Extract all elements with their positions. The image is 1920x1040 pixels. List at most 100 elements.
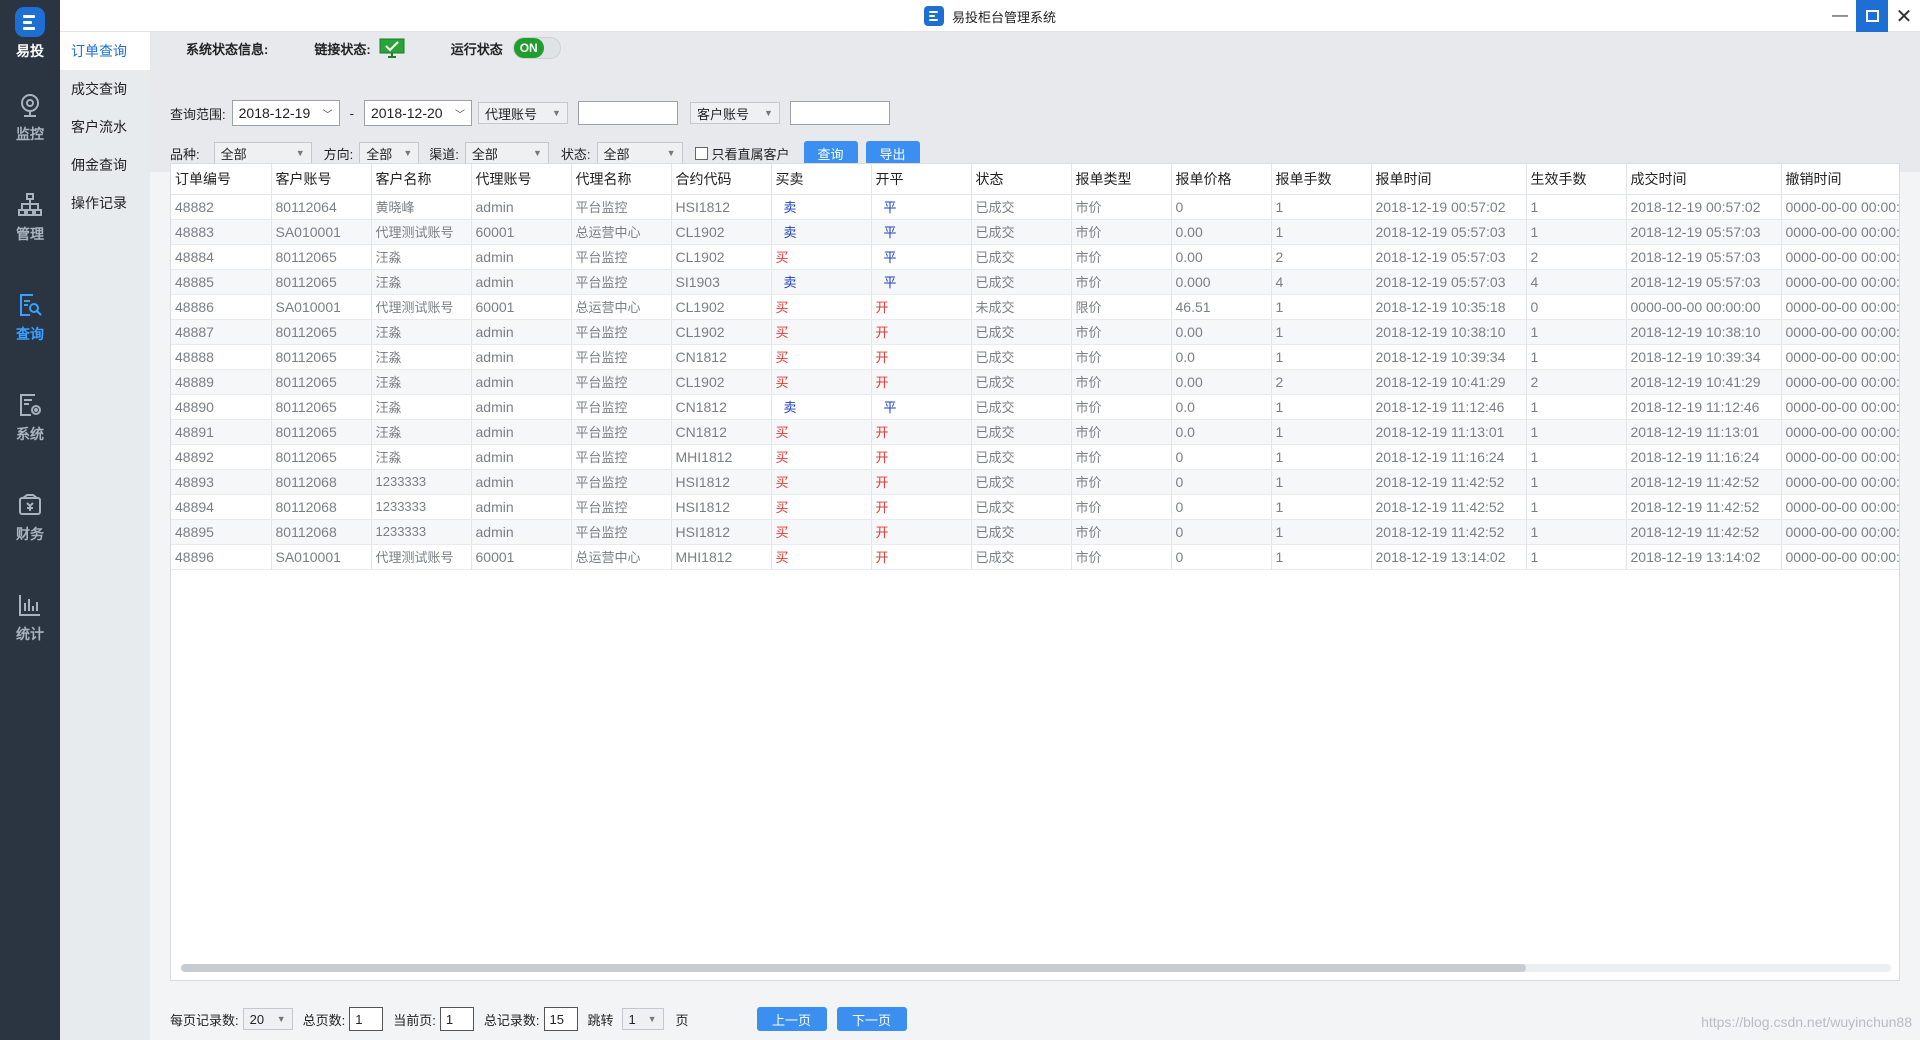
- prev-page-button[interactable]: 上一页: [756, 1007, 827, 1031]
- table-row[interactable]: 48893 80112068 1233333 admin 平台监控 HSI1812 买开已成…: [171, 469, 1899, 495]
- table-cell: 2018-12-19 10:38:10: [1371, 319, 1527, 345]
- table-cell: admin: [471, 444, 572, 470]
- column-header[interactable]: 报单类型: [1071, 164, 1172, 195]
- column-header[interactable]: 报单手数: [1271, 164, 1372, 195]
- table-row[interactable]: 48890 80112065 汪淼 admin 平台监控 CN1812 卖平已成交 市价 0.0…: [171, 394, 1899, 420]
- column-header[interactable]: 客户账号: [271, 164, 372, 195]
- table-cell: 48895: [171, 519, 272, 545]
- current-page-field[interactable]: 1: [439, 1007, 474, 1031]
- maximize-button[interactable]: [1856, 0, 1888, 32]
- table-cell: admin: [471, 419, 572, 445]
- table-row[interactable]: 48896 SA010001 代理测试账号 60001 总运营中心 MHI1812 买开已成…: [171, 544, 1899, 570]
- column-header[interactable]: 客户名称: [371, 164, 472, 195]
- column-header[interactable]: 生效手数: [1526, 164, 1627, 195]
- run-status-toggle[interactable]: ON: [512, 37, 561, 59]
- table-cell: 汪淼: [371, 394, 472, 420]
- title-bar: 易投柜台管理系统 — ✕: [60, 0, 1920, 32]
- direction-select[interactable]: 全部 ▼: [359, 142, 420, 164]
- table-row[interactable]: 48894 80112068 1233333 admin 平台监控 HSI1812 买开已成…: [171, 494, 1899, 520]
- chevron-down-icon: ▼: [647, 1014, 657, 1024]
- agent-account-input[interactable]: [577, 101, 678, 125]
- column-header[interactable]: 买卖: [771, 164, 872, 195]
- column-header[interactable]: 状态: [971, 164, 1072, 195]
- jump-page-select[interactable]: 1 ▼: [621, 1008, 664, 1030]
- table-cell: 1: [1526, 469, 1627, 495]
- sidebar-item-manage[interactable]: 管理: [0, 168, 60, 268]
- total-pages-field: 1: [349, 1007, 384, 1031]
- sidebar-item-stats[interactable]: 统计: [0, 568, 60, 668]
- export-button[interactable]: 导出: [865, 141, 920, 165]
- table-cell: 平台监控: [571, 244, 672, 270]
- column-header[interactable]: 撤销时间: [1781, 164, 1899, 195]
- table-cell: 买: [771, 244, 872, 270]
- table-cell: admin: [471, 344, 572, 370]
- subnav-order-query[interactable]: 订单查询: [60, 32, 150, 70]
- table-cell: 0000-00-00 00:00:00: [1626, 294, 1782, 320]
- table-cell: 汪淼: [371, 319, 472, 345]
- next-page-button[interactable]: 下一页: [836, 1007, 907, 1031]
- horizontal-scrollbar[interactable]: [181, 964, 1891, 972]
- column-header[interactable]: 报单时间: [1371, 164, 1527, 195]
- date-to-picker[interactable]: 2018-12-20 ﹀: [363, 100, 472, 126]
- client-account-select[interactable]: 客户账号 ▼: [689, 102, 780, 124]
- table-cell: 代理测试账号: [371, 294, 472, 320]
- column-header[interactable]: 代理账号: [471, 164, 572, 195]
- table-row[interactable]: 48886 SA010001 代理测试账号 60001 总运营中心 CL1902 买开未成交…: [171, 294, 1899, 320]
- page-size-select[interactable]: 20 ▼: [242, 1008, 293, 1030]
- table-cell: 买: [771, 519, 872, 545]
- table-row[interactable]: 48889 80112065 汪淼 admin 平台监控 CL1902 买开已成交 市价 0.0…: [171, 369, 1899, 395]
- table-row[interactable]: 48882 80112064 黄晓峰 admin 平台监控 HSI1812 卖平已成交 市价 0…: [171, 194, 1899, 220]
- table-row[interactable]: 48892 80112065 汪淼 admin 平台监控 MHI1812 买开已成交 市价 0 1…: [171, 444, 1899, 470]
- table-cell: 1: [1271, 319, 1372, 345]
- table-row[interactable]: 48884 80112065 汪淼 admin 平台监控 CL1902 买平已成交 市价 0.0…: [171, 244, 1899, 270]
- column-header[interactable]: 成交时间: [1626, 164, 1782, 195]
- column-header[interactable]: 代理名称: [571, 164, 672, 195]
- table-row[interactable]: 48887 80112065 汪淼 admin 平台监控 CL1902 买开已成交 市价 0.0…: [171, 319, 1899, 345]
- filter-panel: 查询范围: 2018-12-19 ﹀ - 2018-12-20 ﹀ 代理账号 ▼ 客户…: [150, 64, 1920, 172]
- table-cell: 48882: [171, 194, 272, 220]
- table-cell: admin: [471, 269, 572, 295]
- table-cell: 48893: [171, 469, 272, 495]
- subnav-operation-log[interactable]: 操作记录: [60, 184, 150, 222]
- subnav-commission-query[interactable]: 佣金查询: [60, 146, 150, 184]
- sidebar-item-monitor[interactable]: 监控: [0, 68, 60, 168]
- current-page-label: 当前页:: [393, 1012, 436, 1028]
- state-select[interactable]: 全部 ▼: [596, 142, 683, 164]
- variety-select[interactable]: 全部 ▼: [213, 142, 312, 164]
- table-cell: 平: [871, 194, 972, 220]
- table-row[interactable]: 48891 80112065 汪淼 admin 平台监控 CN1812 买开已成交 市价 0.0…: [171, 419, 1899, 445]
- table-cell: 0: [1171, 194, 1272, 220]
- table-cell: 平台监控: [571, 269, 672, 295]
- table-cell: 买: [771, 319, 872, 345]
- date-from-picker[interactable]: 2018-12-19 ﹀: [231, 100, 340, 126]
- sidebar-item-system[interactable]: 系统: [0, 368, 60, 468]
- column-header[interactable]: 开平: [871, 164, 972, 195]
- table-cell: 开: [871, 294, 972, 320]
- table-cell: 48886: [171, 294, 272, 320]
- column-header[interactable]: 订单编号: [171, 164, 272, 195]
- table-cell: 买: [771, 444, 872, 470]
- subnav-client-flow[interactable]: 客户流水: [60, 108, 150, 146]
- column-header[interactable]: 合约代码: [671, 164, 772, 195]
- table-row[interactable]: 48883 SA010001 代理测试账号 60001 总运营中心 CL1902 卖平已成交…: [171, 219, 1899, 245]
- agent-account-select[interactable]: 代理账号 ▼: [477, 102, 568, 124]
- channel-select[interactable]: 全部 ▼: [464, 142, 549, 164]
- minimize-button[interactable]: —: [1824, 0, 1856, 32]
- table-cell: 已成交: [971, 194, 1072, 220]
- direct-only-checkbox[interactable]: [694, 146, 708, 160]
- table-row[interactable]: 48895 80112068 1233333 admin 平台监控 HSI1812 买开已成…: [171, 519, 1899, 545]
- table-cell: 1: [1526, 494, 1627, 520]
- table-row[interactable]: 48888 80112065 汪淼 admin 平台监控 CN1812 买开已成交 市价 0.0…: [171, 344, 1899, 370]
- table-cell: 1: [1271, 519, 1372, 545]
- table-row[interactable]: 48885 80112065 汪淼 admin 平台监控 SI1903 卖平已成交 市价 0.0…: [171, 269, 1899, 295]
- table-cell: 市价: [1071, 494, 1172, 520]
- column-header[interactable]: 报单价格: [1171, 164, 1272, 195]
- sidebar-item-finance[interactable]: 财务: [0, 468, 60, 568]
- sidebar-item-query[interactable]: 查询: [0, 268, 60, 368]
- table-cell: 平台监控: [571, 444, 672, 470]
- subnav-trade-query[interactable]: 成交查询: [60, 70, 150, 108]
- close-button[interactable]: ✕: [1888, 0, 1920, 32]
- scrollbar-thumb[interactable]: [181, 964, 1526, 972]
- query-button[interactable]: 查询: [803, 141, 858, 165]
- client-account-input[interactable]: [789, 101, 890, 125]
